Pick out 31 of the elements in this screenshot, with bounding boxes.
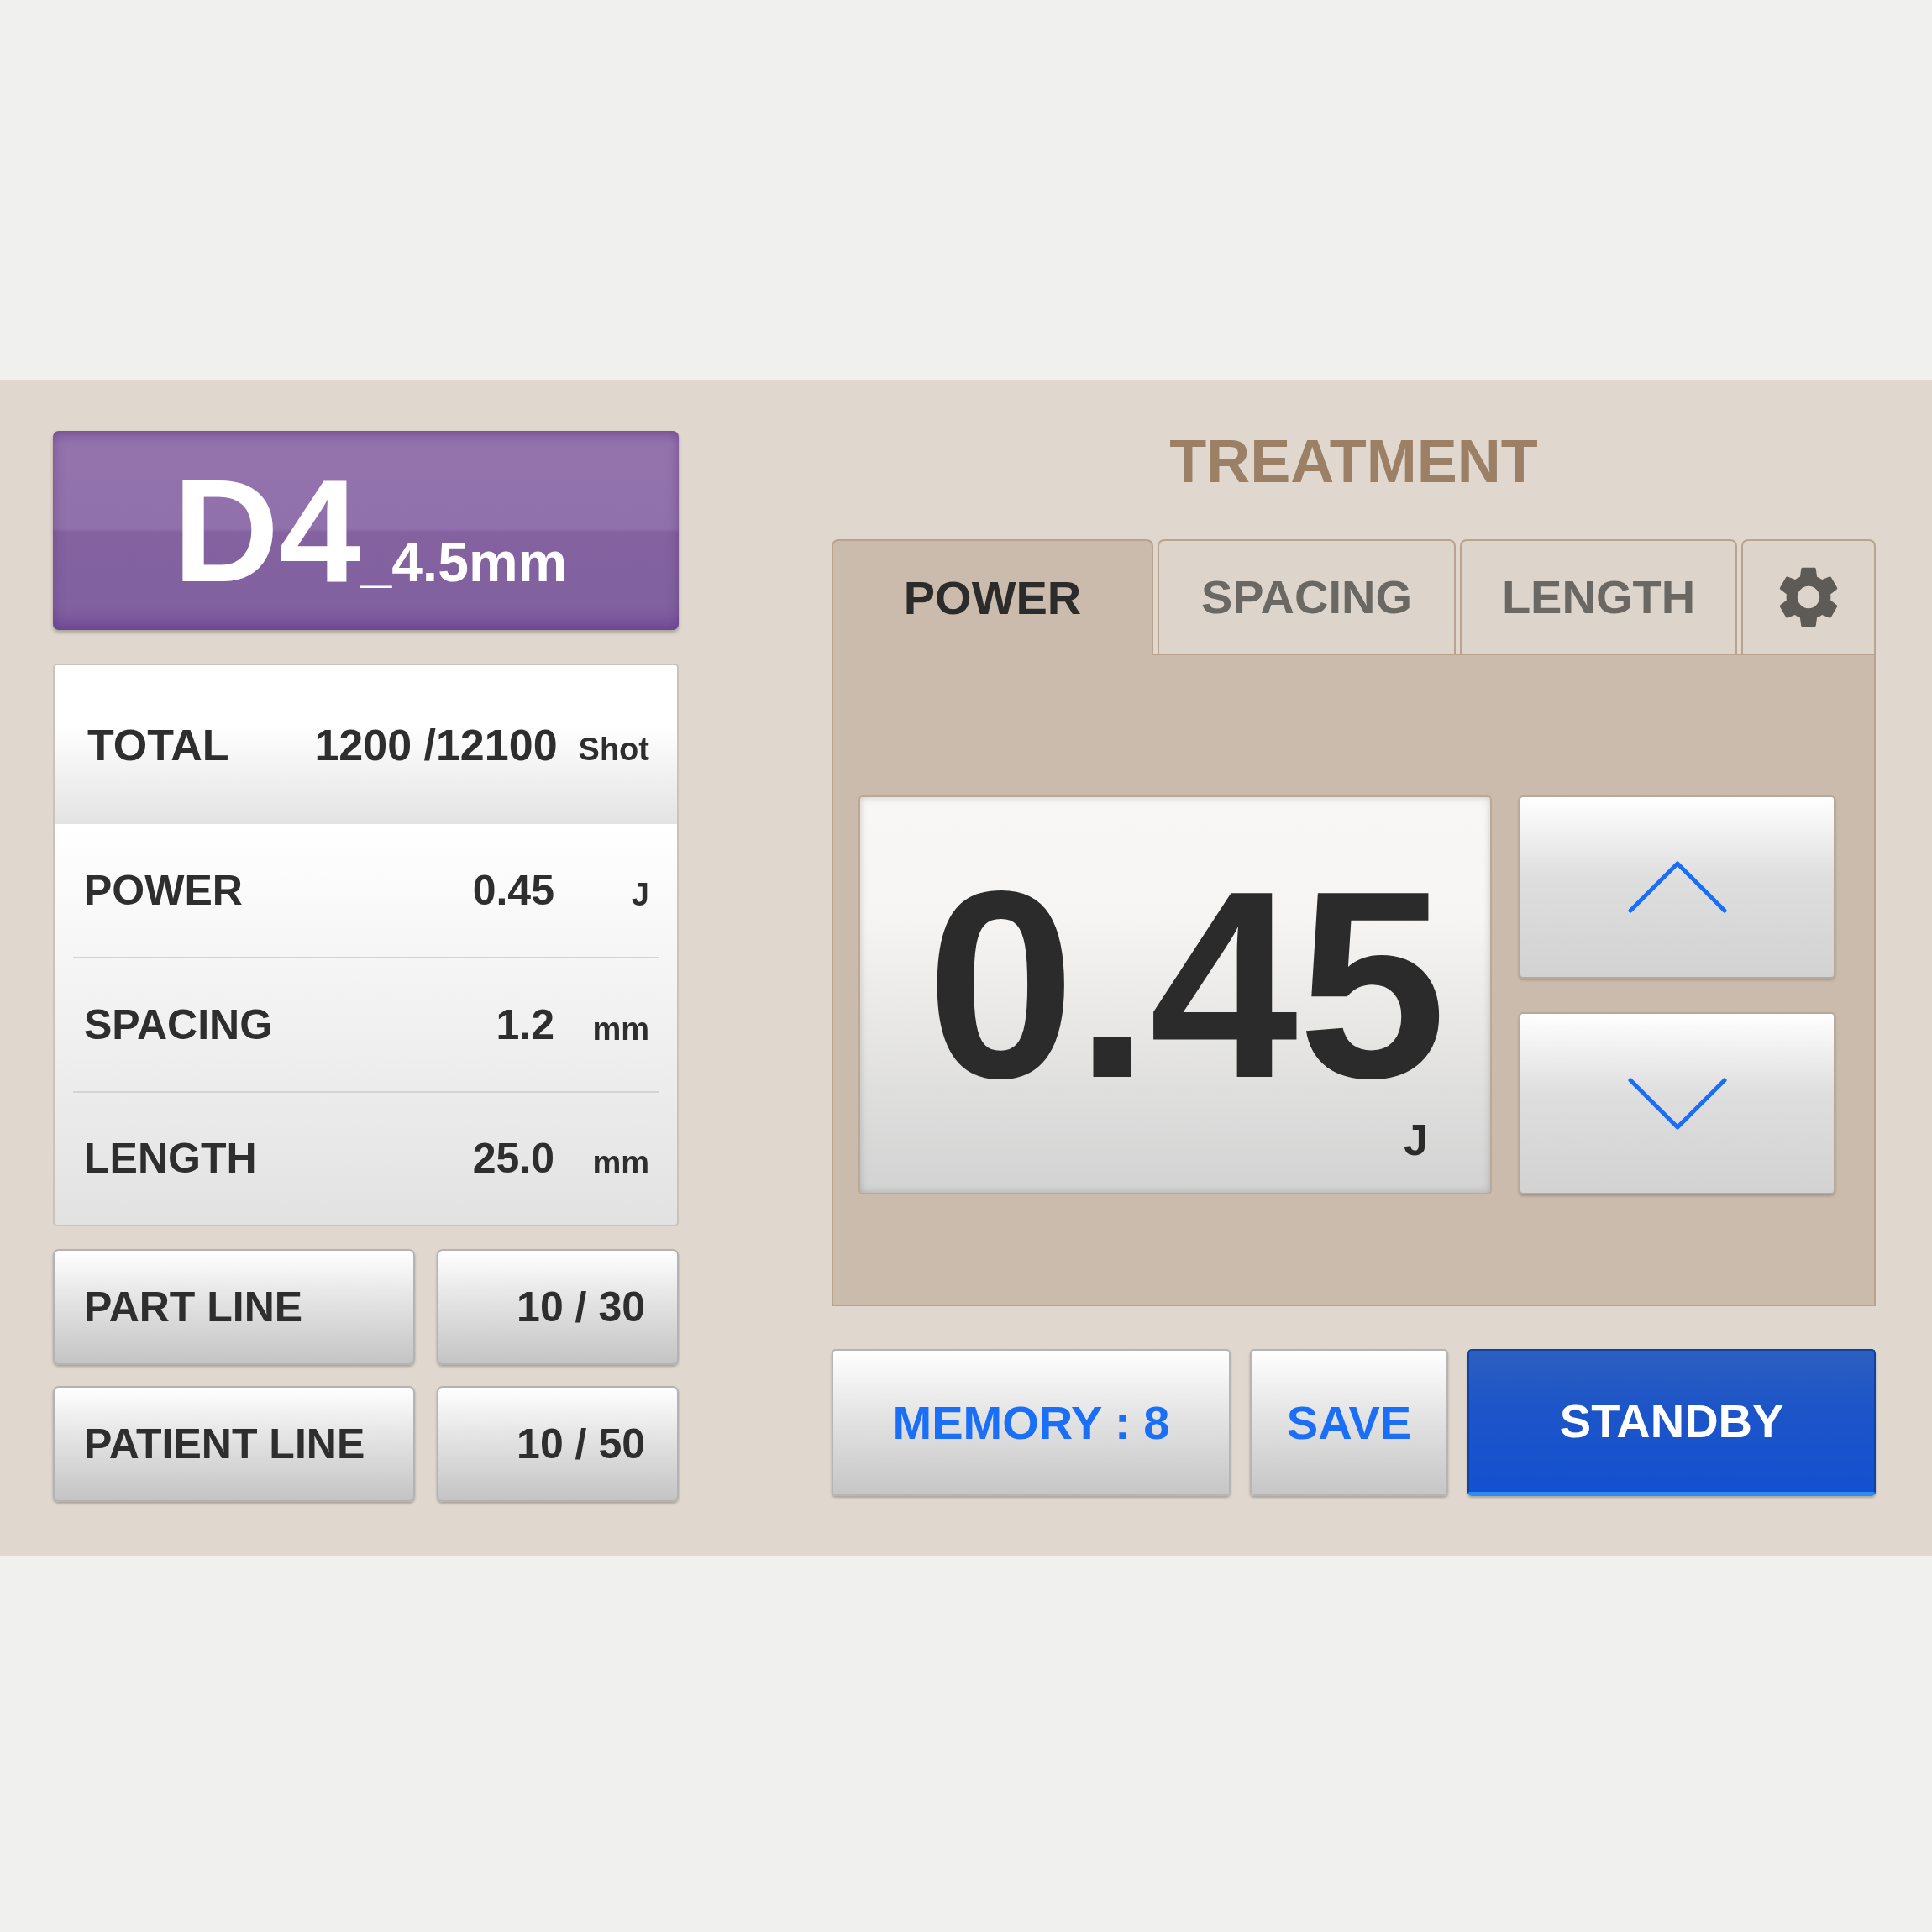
decrease-button[interactable] — [1519, 1012, 1835, 1194]
cartridge-name: D4 — [172, 457, 361, 604]
line-count-button[interactable]: 10 / 30 — [437, 1249, 679, 1365]
setting-label: LENGTH — [84, 1137, 257, 1180]
line-name-button[interactable]: PATIENT LINE — [53, 1386, 415, 1502]
setting-unit: J — [631, 879, 649, 911]
line-count-button[interactable]: 10 / 50 — [437, 1386, 679, 1502]
total-unit: Shot — [578, 732, 649, 765]
chevron-down-icon — [1627, 1077, 1727, 1130]
tab[interactable]: POWER — [832, 539, 1153, 655]
settings-tab[interactable] — [1741, 539, 1876, 654]
standby-button[interactable]: STANDBY — [1467, 1349, 1876, 1496]
increase-button[interactable] — [1519, 795, 1835, 979]
setting-unit: mm — [592, 1147, 649, 1179]
setting-label: SPACING — [84, 1003, 273, 1046]
tip-size: _4.5mm — [360, 534, 568, 590]
total-value: 1200 /12100 — [314, 722, 558, 767]
total-label: TOTAL — [87, 722, 229, 767]
setting-label: POWER — [84, 869, 243, 912]
value-unit: J — [1404, 1118, 1428, 1162]
setting-value: 25.0 — [472, 1137, 554, 1180]
setting-unit: mm — [592, 1012, 649, 1045]
tab[interactable]: LENGTH — [1460, 539, 1737, 654]
value-number: 0.45 — [927, 851, 1446, 1118]
setting-value: 0.45 — [472, 869, 554, 912]
setting-value: 1.2 — [496, 1003, 554, 1046]
section-title: TREATMENT — [1169, 431, 1538, 491]
tab[interactable]: SPACING — [1158, 539, 1456, 654]
line-name-button[interactable]: PART LINE — [53, 1249, 415, 1365]
chevron-up-icon — [1627, 861, 1727, 913]
settings-icon — [1779, 566, 1838, 628]
